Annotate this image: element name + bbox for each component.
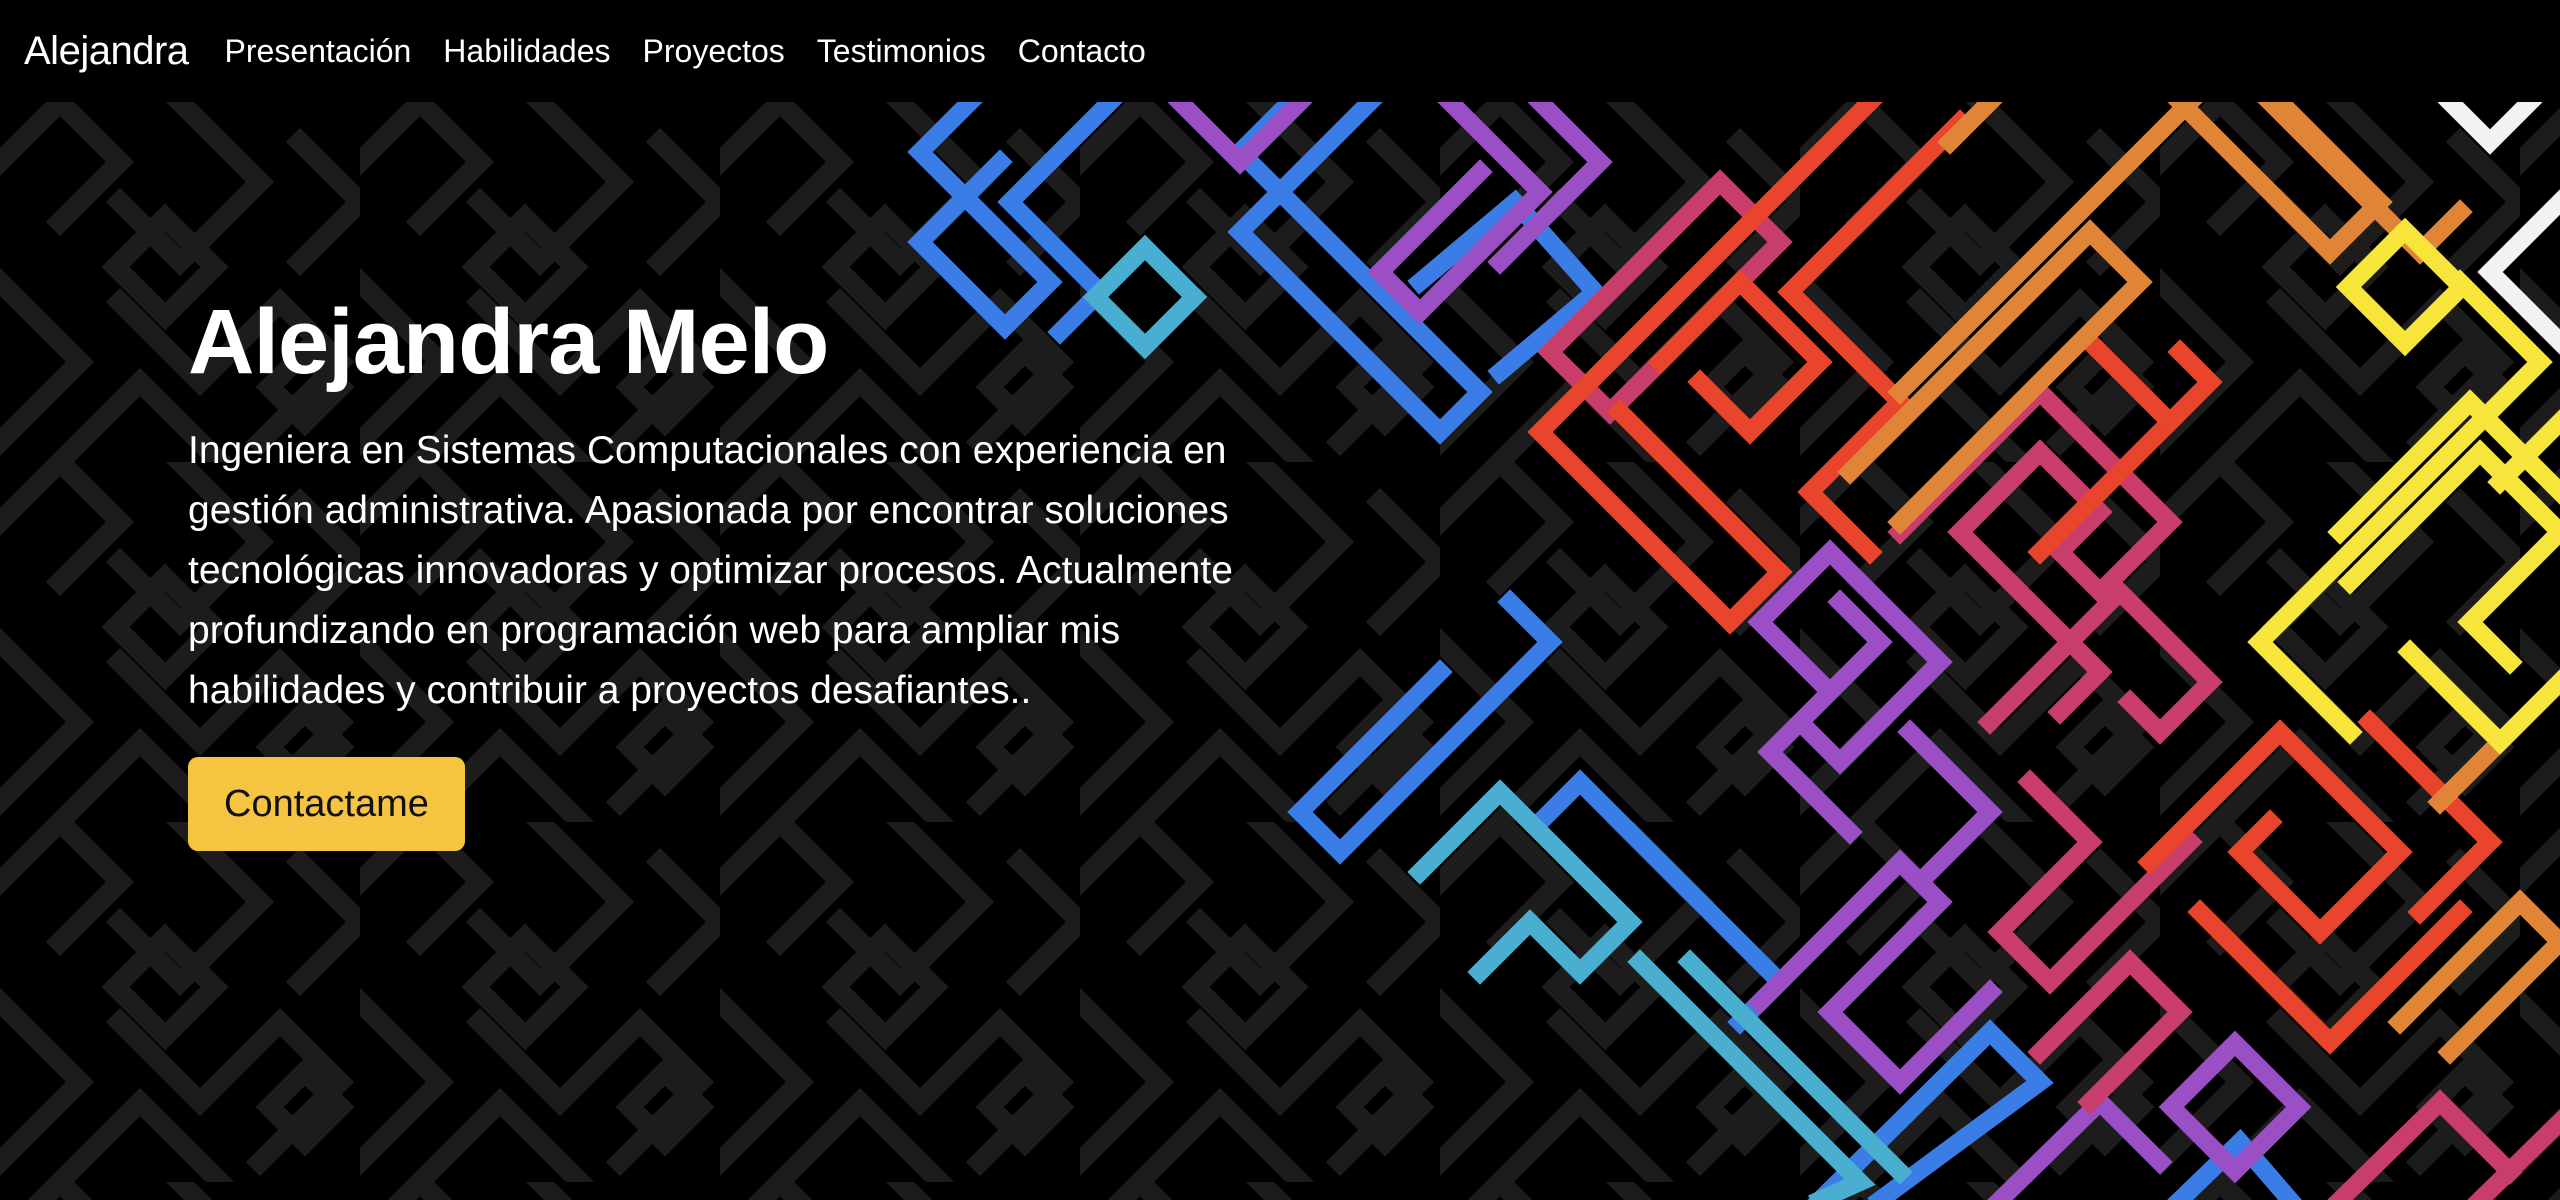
top-navbar: Alejandra Presentación Habilidades Proye…	[0, 0, 2560, 102]
nav-links: Presentación Habilidades Proyectos Testi…	[225, 33, 1178, 70]
hero-section: Alejandra Melo Ingeniera en Sistemas Com…	[0, 102, 2560, 1200]
nav-link-presentacion[interactable]: Presentación	[225, 33, 412, 70]
hero-description: Ingeniera en Sistemas Computacionales co…	[188, 429, 1233, 713]
contact-cta-button[interactable]: Contactame	[188, 757, 465, 852]
hero-content: Alejandra Melo Ingeniera en Sistemas Com…	[188, 291, 1288, 852]
hero-title: Alejandra Melo	[188, 291, 829, 393]
brand-logo-link[interactable]: Alejandra	[24, 29, 189, 74]
nav-link-contacto[interactable]: Contacto	[1018, 33, 1146, 70]
nav-link-testimonios[interactable]: Testimonios	[817, 33, 986, 70]
nav-link-proyectos[interactable]: Proyectos	[643, 33, 785, 70]
nav-link-habilidades[interactable]: Habilidades	[443, 33, 610, 70]
